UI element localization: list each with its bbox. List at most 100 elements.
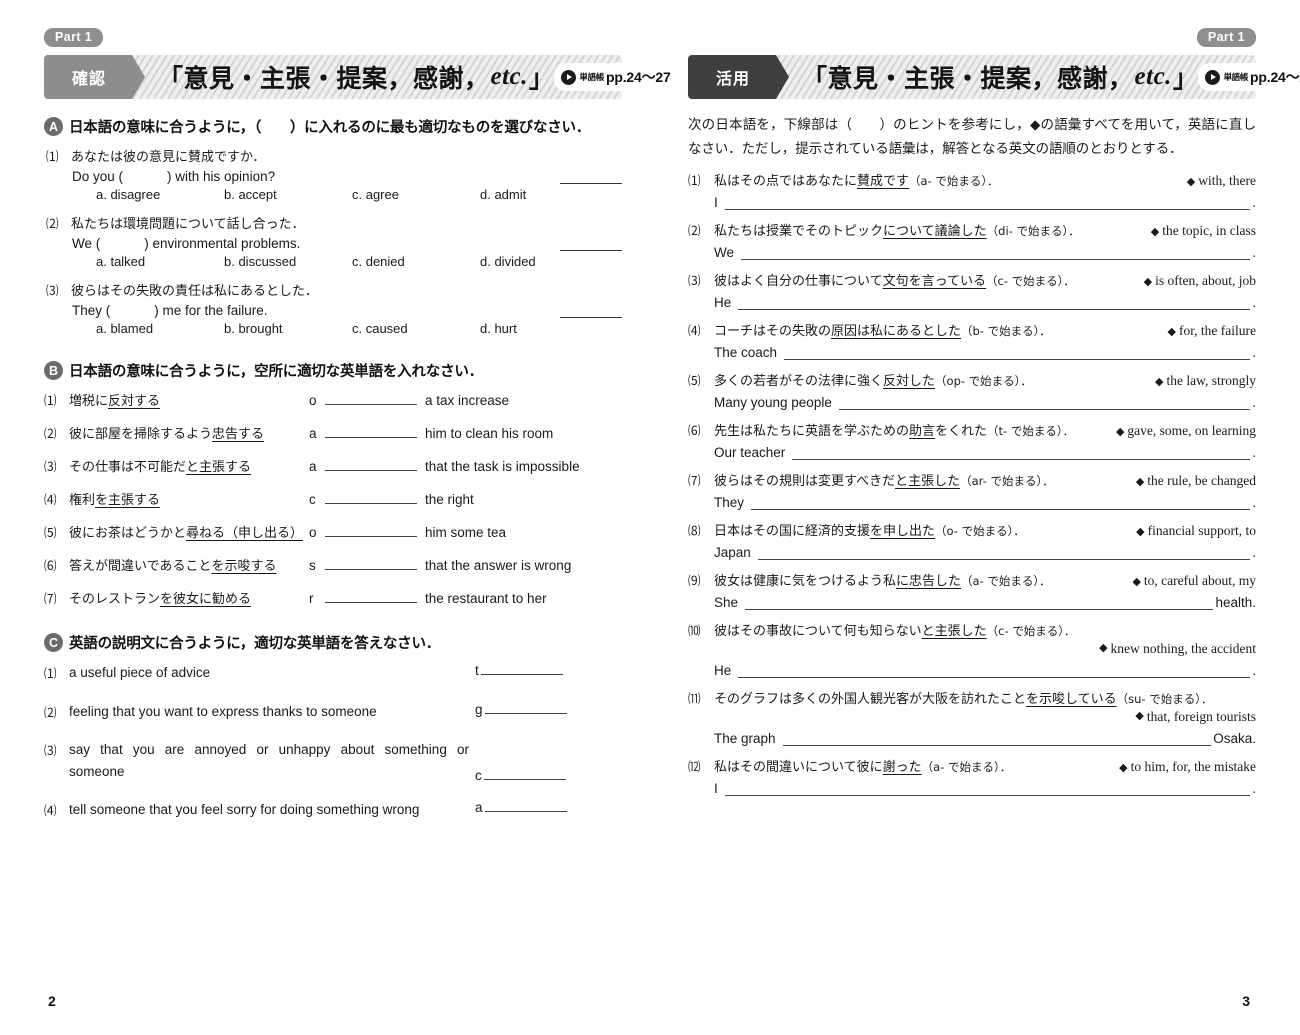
choice-b[interactable]: b. discussed	[224, 254, 352, 269]
answer-line-row[interactable]: Japan .	[714, 545, 1256, 560]
answer-blank[interactable]	[484, 701, 567, 714]
item-en-after: ) environmental problems.	[144, 236, 301, 252]
diamond-icon: ◆	[1136, 525, 1145, 538]
answer-blank[interactable]	[325, 590, 417, 604]
vocab-cue: ◆ knew nothing, the accident	[688, 641, 1256, 657]
choice-a[interactable]: a. blamed	[96, 321, 224, 336]
answer-line-row[interactable]: I .	[714, 781, 1256, 796]
answer-blank[interactable]	[838, 396, 1251, 410]
section-b-instruction: 日本語の意味に合うように，空所に適切な英単語を入れなさい．	[69, 364, 483, 381]
page-number-right: 3	[1242, 993, 1250, 1009]
translation-item: ⑺ 彼らはその規則は変更すべきだと主張した（ar- で始まる）． ◆ the ru…	[688, 470, 1256, 510]
choice-a[interactable]: a. disagree	[96, 187, 224, 202]
answer-blank[interactable]	[782, 732, 1212, 746]
question-english: They ( ) me for the failure.	[72, 303, 622, 319]
answer-blank[interactable]	[483, 767, 566, 781]
item-jp-text: 多くの若者がその法律に強く反対した（op- で始まる）．	[714, 370, 1032, 389]
section-c-items: ⑴ a useful piece of advice t ⑵ feeling t…	[44, 662, 622, 821]
vocab-cue: ◆ is often, about, job	[1134, 273, 1256, 289]
diamond-icon: ◆	[1186, 175, 1196, 188]
item-en-before: They (	[72, 303, 111, 319]
item-hint: （a- で始まる）．	[961, 573, 1051, 588]
vocab-cue: ◆ to, careful about, my	[1122, 573, 1256, 589]
answer-blank[interactable]	[484, 799, 567, 813]
vocab-cue-text: to him, for, the mistake	[1130, 758, 1256, 774]
item-number: ⑴	[688, 173, 701, 188]
choice-d[interactable]: d. admit	[480, 187, 590, 202]
answer-area[interactable]: c	[475, 767, 566, 783]
answer-blank[interactable]	[325, 557, 417, 571]
answer-area[interactable]: o him some tea	[309, 524, 506, 540]
answer-blank[interactable]	[738, 296, 1251, 310]
answer-area[interactable]: s that the answer is wrong	[309, 557, 571, 573]
item-number: ⑵	[44, 705, 57, 720]
answer-area[interactable]: r the restaurant to her	[309, 590, 547, 606]
answer-blank[interactable]	[741, 246, 1251, 260]
choice-row: a. disagree b. accept c. agree d. admit	[96, 187, 622, 202]
answer-blank[interactable]	[560, 238, 622, 252]
answer-blank[interactable]	[560, 305, 622, 319]
answer-blank[interactable]	[724, 782, 1251, 796]
translation-item: ⑵ 私たちは授業でそのトピックについて議論した（di- で始まる）． ◆ the …	[688, 220, 1256, 260]
answer-blank[interactable]	[325, 458, 417, 472]
answer-line-row[interactable]: Our teacher .	[714, 445, 1256, 460]
item-jp-text: 私はその間違いについて彼に謝った（a- で始まる）．	[714, 756, 1011, 775]
item-jp-text: 日本はその国に経済的支援を申し出た（o- で始まる）．	[714, 520, 1025, 539]
choice-d[interactable]: d. hurt	[480, 321, 590, 336]
answer-blank[interactable]	[325, 524, 417, 538]
answer-blank[interactable]	[792, 446, 1251, 460]
item-hint: （ar- で始まる）．	[960, 473, 1054, 488]
answer-blank[interactable]	[738, 664, 1251, 678]
answer-blank[interactable]	[325, 491, 417, 505]
answer-area[interactable]: g	[475, 701, 567, 717]
answer-line-row[interactable]: Many young people .	[714, 395, 1256, 410]
answer-line-row[interactable]: He .	[714, 295, 1256, 310]
answer-line-row[interactable]: We .	[714, 245, 1256, 260]
jp-plain: 先生は私たちに英語を学ぶための	[714, 423, 910, 439]
left-title-close: 」	[528, 64, 555, 94]
right-reference-badge[interactable]: 単語帳 pp.24〜27	[1198, 63, 1300, 92]
answer-area[interactable]: a	[475, 799, 567, 815]
choice-c[interactable]: c. agree	[352, 187, 480, 202]
choice-c[interactable]: c. caused	[352, 321, 480, 336]
answer-blank[interactable]	[325, 392, 417, 406]
answer-area[interactable]: c the right	[309, 491, 474, 507]
diamond-icon: ◆	[1143, 275, 1153, 288]
answer-blank[interactable]	[325, 425, 417, 439]
choice-c[interactable]: c. denied	[352, 254, 480, 269]
choice-a[interactable]: a. talked	[96, 254, 224, 269]
answer-blank[interactable]	[757, 546, 1251, 560]
answer-line-row[interactable]: I .	[714, 195, 1256, 210]
item-number: ⑵	[688, 223, 701, 238]
answer-line-row[interactable]: They .	[714, 495, 1256, 510]
jp-plain: 私はその間違いについて彼に	[714, 759, 883, 775]
translation-item: ⑽ 彼はその事故について何も知らないと主張した（c- で始まる）． ◆ knew …	[688, 620, 1256, 678]
answer-initial: t	[475, 663, 479, 679]
translation-item: ⑾ そのグラフは多くの外国人観光客が大阪を訪れたことを示唆している（su- で始…	[688, 688, 1256, 746]
diamond-icon: ◆	[1155, 375, 1164, 388]
answer-area[interactable]: a him to clean his room	[309, 425, 553, 441]
vocab-cue: ◆ to him, for, the mistake	[1109, 759, 1256, 775]
answer-area[interactable]: o a tax increase	[309, 392, 509, 408]
answer-line-row[interactable]: The coach .	[714, 345, 1256, 360]
question-item: ⑴ あなたは彼の意見に賛成ですか． Do you ( ) with his op…	[44, 146, 622, 202]
answer-blank[interactable]	[784, 346, 1251, 360]
answer-blank[interactable]	[751, 496, 1251, 510]
choice-b[interactable]: b. brought	[224, 321, 352, 336]
choice-d[interactable]: d. divided	[480, 254, 590, 269]
choice-b[interactable]: b. accept	[224, 187, 352, 202]
answer-blank[interactable]	[745, 596, 1214, 610]
answer-blank[interactable]	[480, 662, 563, 676]
answer-area[interactable]: t	[475, 662, 563, 678]
answer-initial: o	[309, 525, 317, 541]
answer-area[interactable]: a that the task is impossible	[309, 458, 580, 474]
answer-blank[interactable]	[724, 196, 1251, 210]
item-jp-text: 私はその点ではあなたに賛成です（a- で始まる）．	[714, 170, 999, 189]
jp-plain: コーチはその失敗の	[714, 323, 832, 339]
vocab-cue: ◆ the topic, in class	[1141, 223, 1256, 239]
answer-line-row[interactable]: She health.	[714, 595, 1256, 610]
answer-line-row[interactable]: The graph Osaka.	[714, 731, 1256, 746]
answer-blank[interactable]	[560, 171, 622, 185]
answer-line-row[interactable]: He .	[714, 663, 1256, 678]
answer-lead: Japan	[714, 544, 751, 560]
